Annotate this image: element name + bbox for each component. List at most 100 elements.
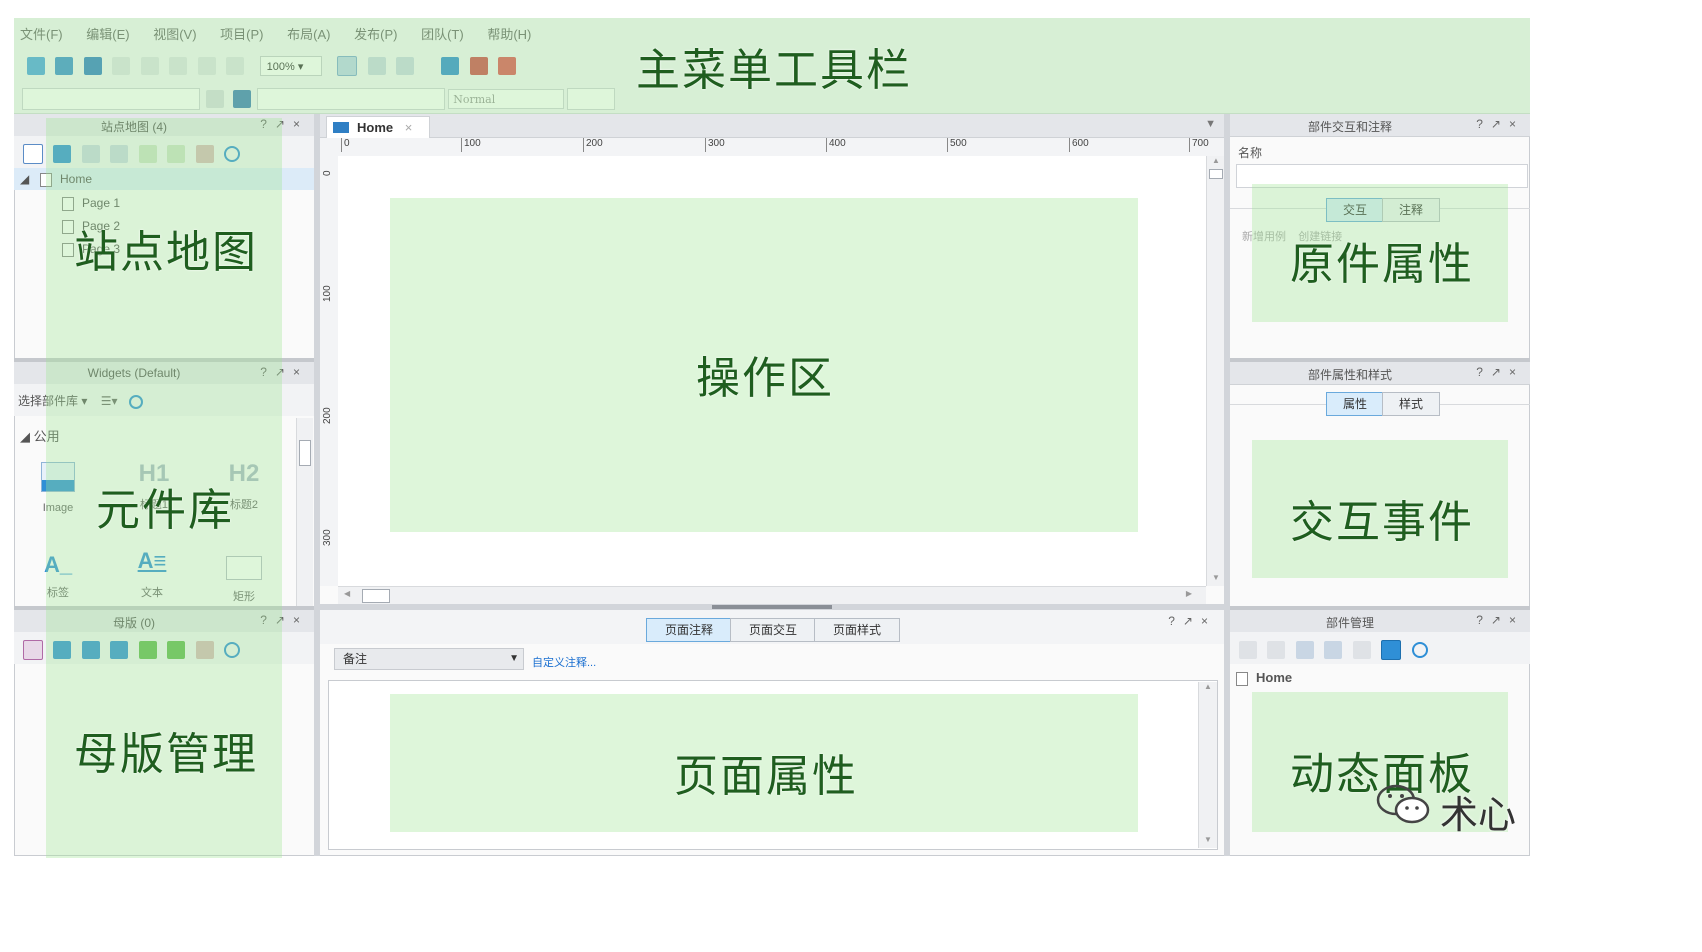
move-up-icon[interactable] bbox=[81, 641, 100, 659]
menu-help[interactable]: 帮助(H) bbox=[487, 27, 531, 42]
menu-publish[interactable]: 发布(P) bbox=[354, 27, 397, 42]
panel-controls[interactable]: ?↗× bbox=[260, 613, 308, 627]
outdent-icon[interactable] bbox=[167, 641, 186, 659]
font-style-select[interactable]: Normal bbox=[448, 89, 565, 109]
menu-view[interactable]: 视图(V) bbox=[153, 27, 196, 42]
add-page-icon[interactable] bbox=[23, 144, 43, 164]
tab-notes[interactable]: 注释 bbox=[1382, 198, 1440, 222]
notes-scrollbar[interactable]: ▲ ▼ bbox=[1198, 682, 1217, 848]
panel-controls[interactable]: ?↗× bbox=[1476, 117, 1524, 131]
menu-project[interactable]: 项目(P) bbox=[220, 27, 263, 42]
delete-icon[interactable] bbox=[195, 145, 214, 163]
indent-icon[interactable] bbox=[138, 145, 157, 163]
copy-icon[interactable] bbox=[140, 57, 159, 75]
custom-notes-link[interactable]: 自定义注释... bbox=[532, 654, 596, 670]
tab-home[interactable]: Home × bbox=[326, 116, 430, 138]
notes-select[interactable]: 备注 ▼ bbox=[334, 648, 524, 670]
scroll-down-icon[interactable]: ▼ bbox=[1207, 573, 1225, 582]
canvas-vscrollbar[interactable]: ▲ ▼ bbox=[1206, 156, 1225, 586]
right-splitter[interactable] bbox=[1224, 114, 1230, 856]
search-icon[interactable] bbox=[224, 642, 241, 658]
paste-icon[interactable] bbox=[169, 57, 188, 75]
widget-image[interactable]: Image bbox=[30, 460, 86, 524]
tab-page-style[interactable]: 页面样式 bbox=[814, 618, 900, 642]
panel-controls[interactable]: ?↗× bbox=[260, 365, 308, 379]
move-down-icon[interactable] bbox=[110, 641, 129, 659]
menu-layout[interactable]: 布局(A) bbox=[287, 27, 330, 42]
cut-icon[interactable] bbox=[112, 57, 131, 75]
sitemap-home-label: Home bbox=[60, 172, 93, 186]
widget-group[interactable]: ◢ 公用 bbox=[20, 426, 60, 445]
font-size-select[interactable] bbox=[567, 88, 616, 110]
tab-style[interactable]: 样式 bbox=[1382, 392, 1440, 416]
indent-icon[interactable] bbox=[138, 641, 157, 659]
canvas-hscrollbar[interactable]: ◀ ▶ bbox=[338, 586, 1206, 604]
tab-dropdown-icon[interactable]: ▼ bbox=[1205, 118, 1216, 130]
panel-controls[interactable]: ?↗× bbox=[260, 117, 308, 131]
tab-interactions[interactable]: 交互 bbox=[1326, 198, 1384, 222]
search-icon[interactable] bbox=[224, 146, 241, 162]
menu-lines-icon[interactable]: ☰▾ bbox=[101, 394, 118, 408]
move-up-icon[interactable] bbox=[1295, 641, 1314, 659]
widget-text[interactable]: A≡ 文本 bbox=[124, 548, 180, 606]
font-family-select[interactable] bbox=[257, 88, 446, 110]
connector-icon[interactable] bbox=[367, 57, 386, 75]
menu-file[interactable]: 文件(F) bbox=[20, 27, 63, 42]
scroll-up-icon[interactable]: ▲ bbox=[1199, 682, 1217, 691]
add-folder-icon[interactable] bbox=[53, 641, 72, 659]
widget-name-input[interactable] bbox=[22, 88, 200, 110]
arrange-icon[interactable] bbox=[395, 57, 414, 75]
scroll-up-icon[interactable]: ▲ bbox=[1207, 156, 1225, 165]
widgets-scrollbar[interactable] bbox=[296, 418, 313, 606]
undo-icon[interactable] bbox=[197, 57, 216, 75]
scroll-thumb[interactable] bbox=[299, 440, 311, 466]
manage-home[interactable]: Home bbox=[1236, 670, 1292, 686]
panel-controls[interactable]: ?↗× bbox=[1476, 613, 1524, 627]
add-folder-icon[interactable] bbox=[53, 145, 72, 163]
duplicate-icon[interactable] bbox=[1267, 641, 1286, 659]
tab-page-notes[interactable]: 页面注释 bbox=[646, 618, 732, 642]
save-icon[interactable] bbox=[83, 57, 102, 75]
preview-icon[interactable] bbox=[441, 57, 460, 75]
scroll-thumb[interactable] bbox=[1209, 169, 1223, 179]
delete-icon[interactable] bbox=[195, 641, 214, 659]
widget-rect[interactable]: 矩形 bbox=[216, 552, 272, 606]
close-icon[interactable]: × bbox=[405, 120, 413, 135]
format-painter-icon[interactable] bbox=[206, 90, 225, 108]
sitemap-home[interactable]: Home bbox=[40, 172, 92, 187]
scroll-down-icon[interactable]: ▼ bbox=[1199, 835, 1217, 844]
panel-controls[interactable]: ?↗× bbox=[1476, 365, 1524, 379]
menu-team[interactable]: 团队(T) bbox=[421, 27, 464, 42]
tab-properties[interactable]: 属性 bbox=[1326, 392, 1384, 416]
brush-icon[interactable] bbox=[233, 90, 252, 108]
panel-controls[interactable]: ?↗× bbox=[1168, 614, 1216, 628]
search-icon[interactable] bbox=[1411, 642, 1428, 658]
filter-icon[interactable] bbox=[1381, 640, 1402, 660]
scroll-left-icon[interactable]: ◀ bbox=[344, 589, 350, 598]
zoom-select[interactable]: 100% ▾ bbox=[259, 56, 322, 76]
move-down-icon[interactable] bbox=[110, 145, 129, 163]
sitemap-page-1[interactable]: Page 1 bbox=[62, 196, 120, 211]
widget-name-field[interactable] bbox=[1236, 164, 1528, 188]
library-select[interactable]: 选择部件库 ▾ bbox=[18, 394, 87, 408]
widget-label-item[interactable]: A_ 标签 bbox=[30, 552, 86, 608]
add-master-icon[interactable] bbox=[23, 640, 43, 660]
redo-icon[interactable] bbox=[226, 57, 245, 75]
scroll-thumb[interactable] bbox=[362, 589, 390, 603]
splitter-grip[interactable] bbox=[712, 605, 832, 609]
search-icon[interactable] bbox=[128, 394, 143, 409]
move-up-icon[interactable] bbox=[81, 145, 100, 163]
scroll-right-icon[interactable]: ▶ bbox=[1186, 589, 1192, 598]
move-down-icon[interactable] bbox=[1324, 641, 1343, 659]
delete-icon[interactable] bbox=[1352, 641, 1371, 659]
add-panel-icon[interactable] bbox=[1239, 641, 1257, 659]
publish-icon[interactable] bbox=[498, 57, 517, 75]
share-icon[interactable] bbox=[469, 57, 488, 75]
open-folder-icon[interactable] bbox=[55, 57, 74, 75]
tab-page-interactions[interactable]: 页面交互 bbox=[730, 618, 816, 642]
outdent-icon[interactable] bbox=[167, 145, 186, 163]
menu-edit[interactable]: 编辑(E) bbox=[86, 27, 129, 42]
new-file-icon[interactable] bbox=[27, 57, 45, 75]
select-mode-icon[interactable] bbox=[337, 56, 358, 76]
tree-expander[interactable]: ◢ bbox=[20, 172, 29, 186]
